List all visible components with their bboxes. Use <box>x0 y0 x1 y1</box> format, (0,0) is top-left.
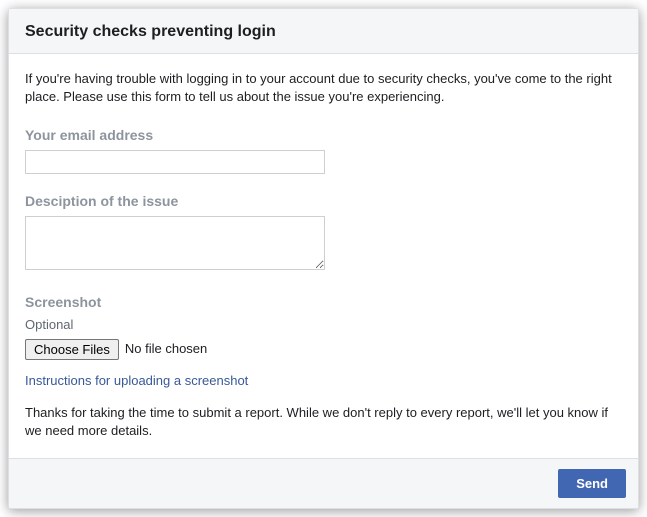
email-label: Your email address <box>25 126 622 146</box>
intro-text: If you're having trouble with logging in… <box>25 70 622 106</box>
description-field[interactable] <box>25 216 325 270</box>
card-body: If you're having trouble with logging in… <box>9 54 638 458</box>
screenshot-label: Screenshot <box>25 293 622 313</box>
page-title: Security checks preventing login <box>25 23 622 41</box>
card-footer: Send <box>9 458 638 508</box>
card-header: Security checks preventing login <box>9 9 638 54</box>
description-label: Desciption of the issue <box>25 192 622 212</box>
form-card: Security checks preventing login If you'… <box>8 8 639 509</box>
choose-files-button[interactable]: Choose Files <box>25 339 119 360</box>
email-field[interactable] <box>25 150 325 174</box>
thanks-text: Thanks for taking the time to submit a r… <box>25 404 622 440</box>
optional-label: Optional <box>25 316 622 334</box>
send-button[interactable]: Send <box>558 469 626 498</box>
file-input-row: Choose Files No file chosen <box>25 339 622 360</box>
file-status-text: No file chosen <box>125 340 207 358</box>
instructions-link[interactable]: Instructions for uploading a screenshot <box>25 372 248 390</box>
